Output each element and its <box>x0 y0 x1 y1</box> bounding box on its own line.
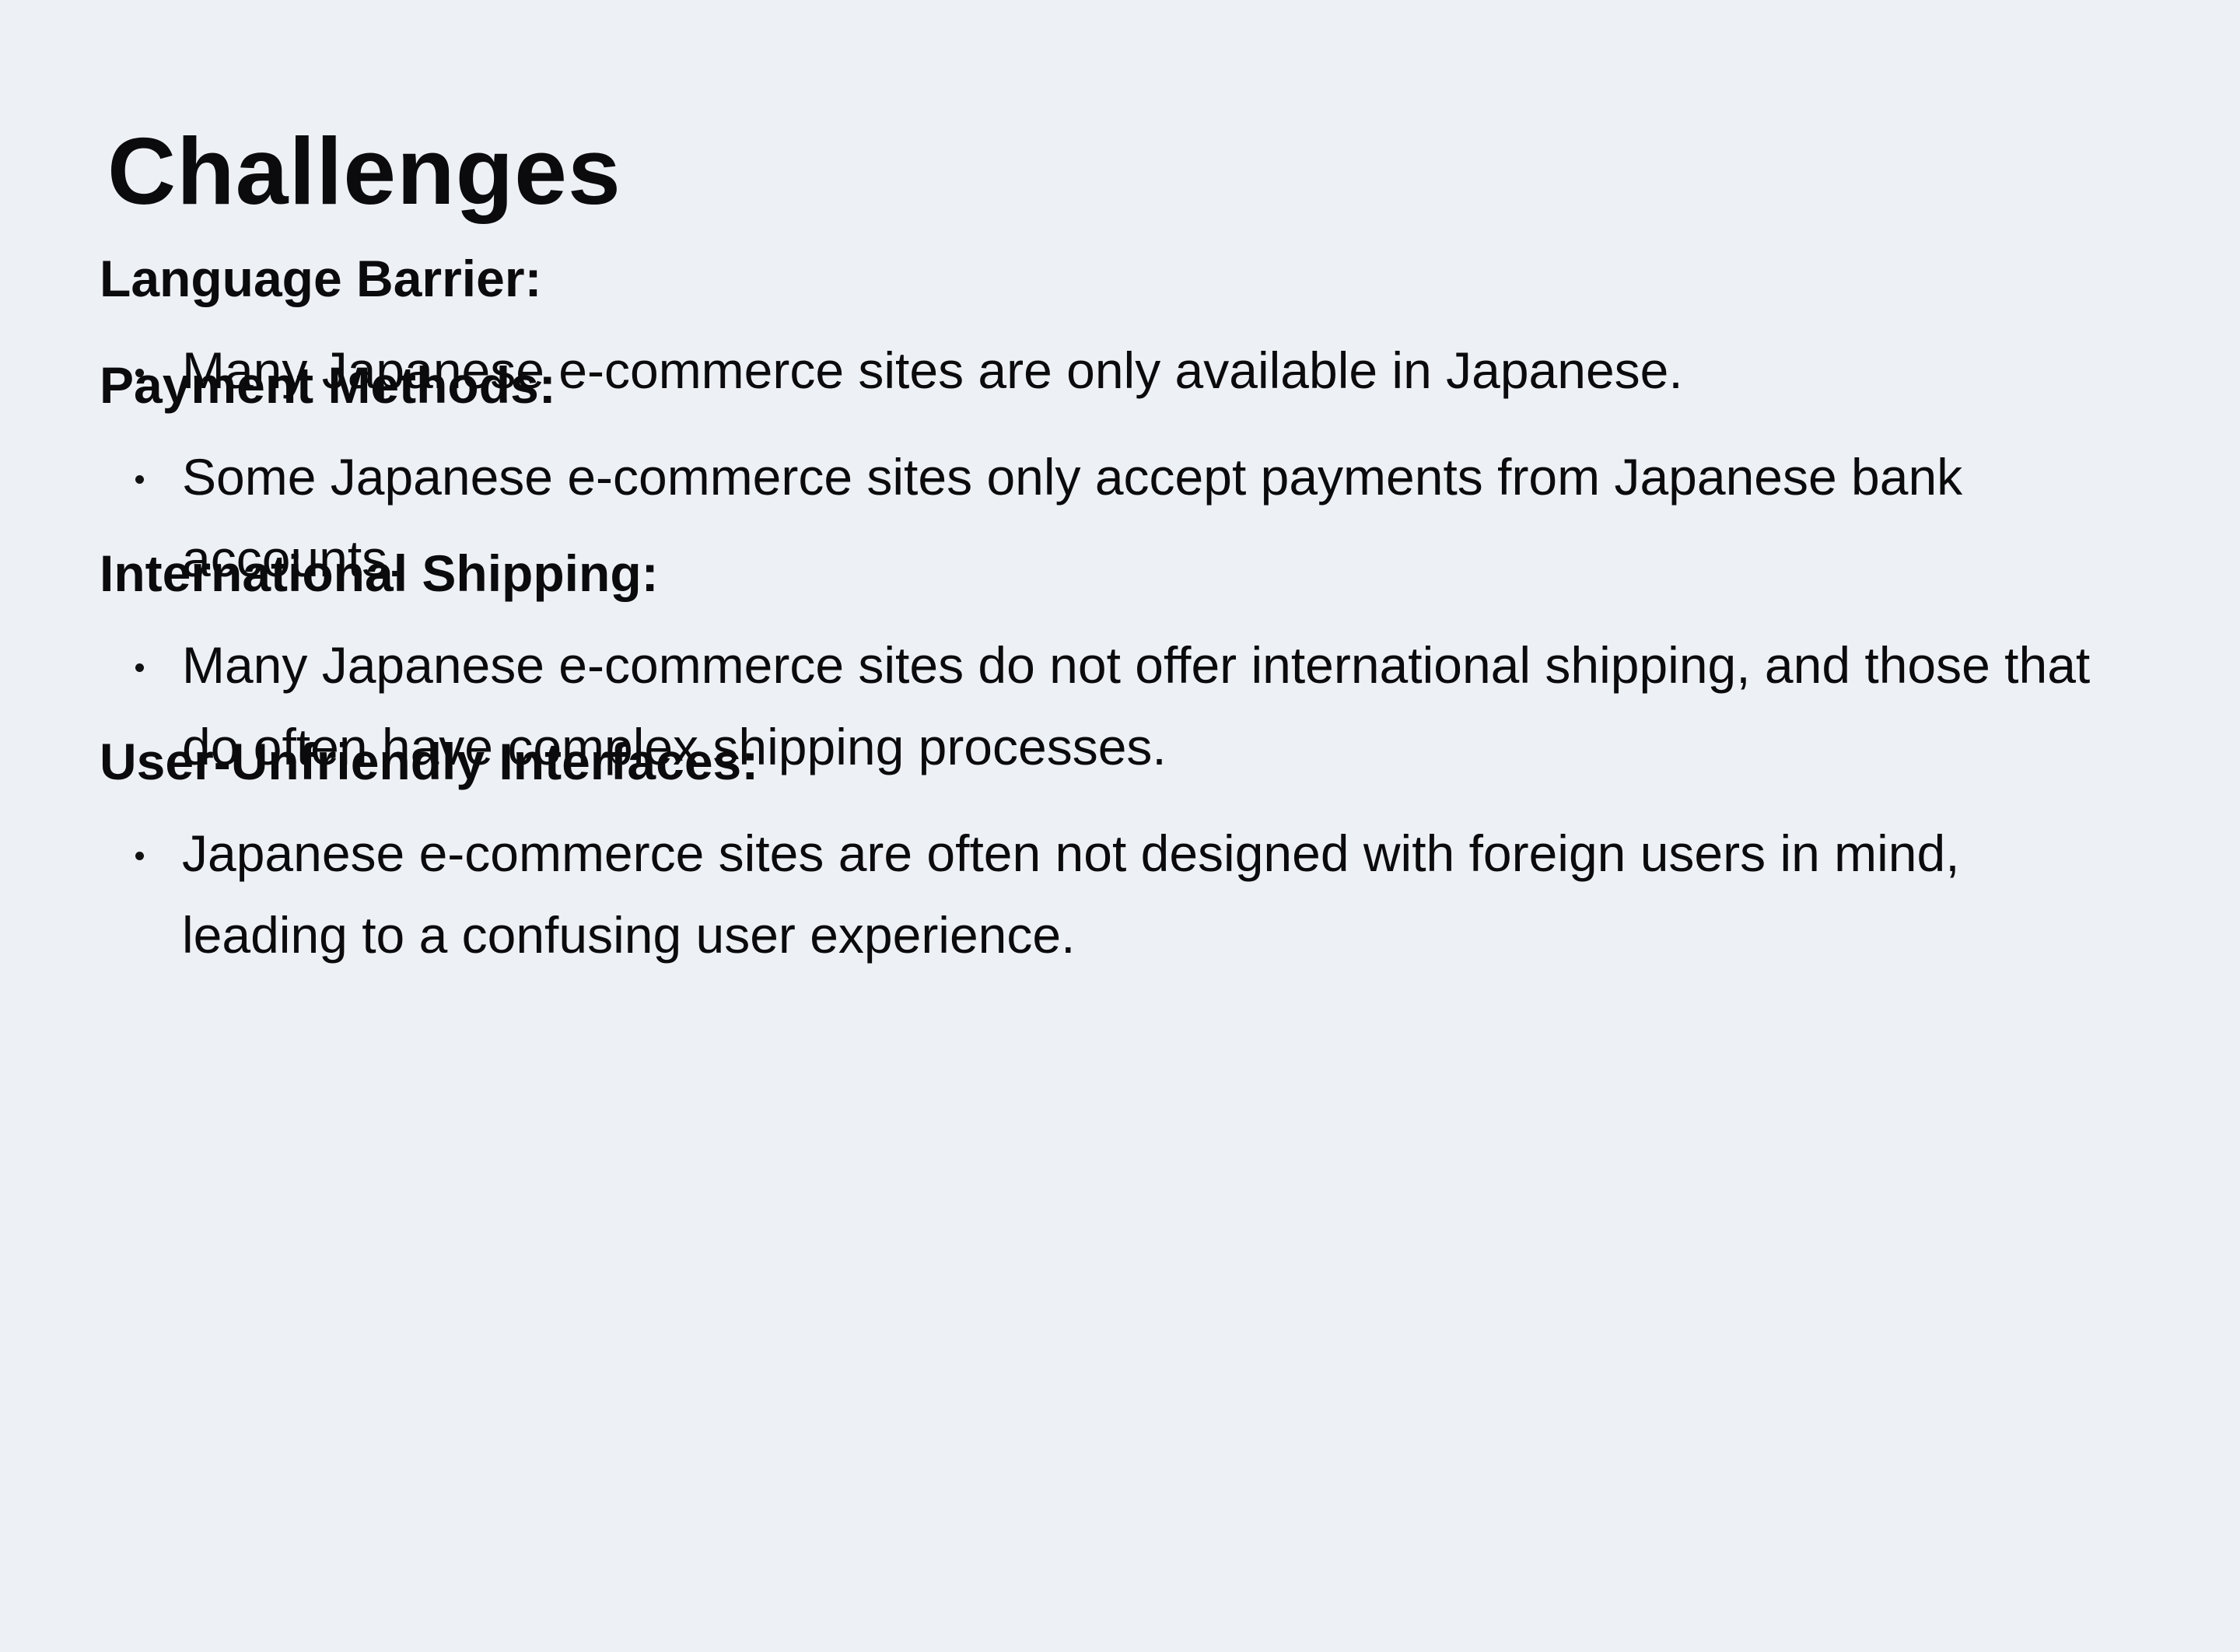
bullet-list: Japanese e-commerce sites are often not … <box>100 813 2116 976</box>
section-heading: Language Barrier: <box>100 250 542 307</box>
section-heading: International Shipping: <box>100 544 659 602</box>
challenges-list: Language Barrier: Many Japanese e-commer… <box>100 250 2116 976</box>
section-heading: User-Unfriendly Interfaces: <box>100 733 759 790</box>
bullet-icon <box>135 852 144 860</box>
bullet-icon <box>135 475 144 484</box>
page-title: Challenges <box>107 118 621 224</box>
bullet-text: Japanese e-commerce sites are often not … <box>182 824 1960 964</box>
slide-page: Challenges Language Barrier: Many Japane… <box>0 0 2240 1652</box>
list-item: Japanese e-commerce sites are often not … <box>100 813 2116 976</box>
section-user-unfriendly-interfaces: User-Unfriendly Interfaces: Japanese e-c… <box>100 733 2116 976</box>
bullet-icon <box>135 663 144 672</box>
section-heading: Payment Methods: <box>100 356 556 414</box>
